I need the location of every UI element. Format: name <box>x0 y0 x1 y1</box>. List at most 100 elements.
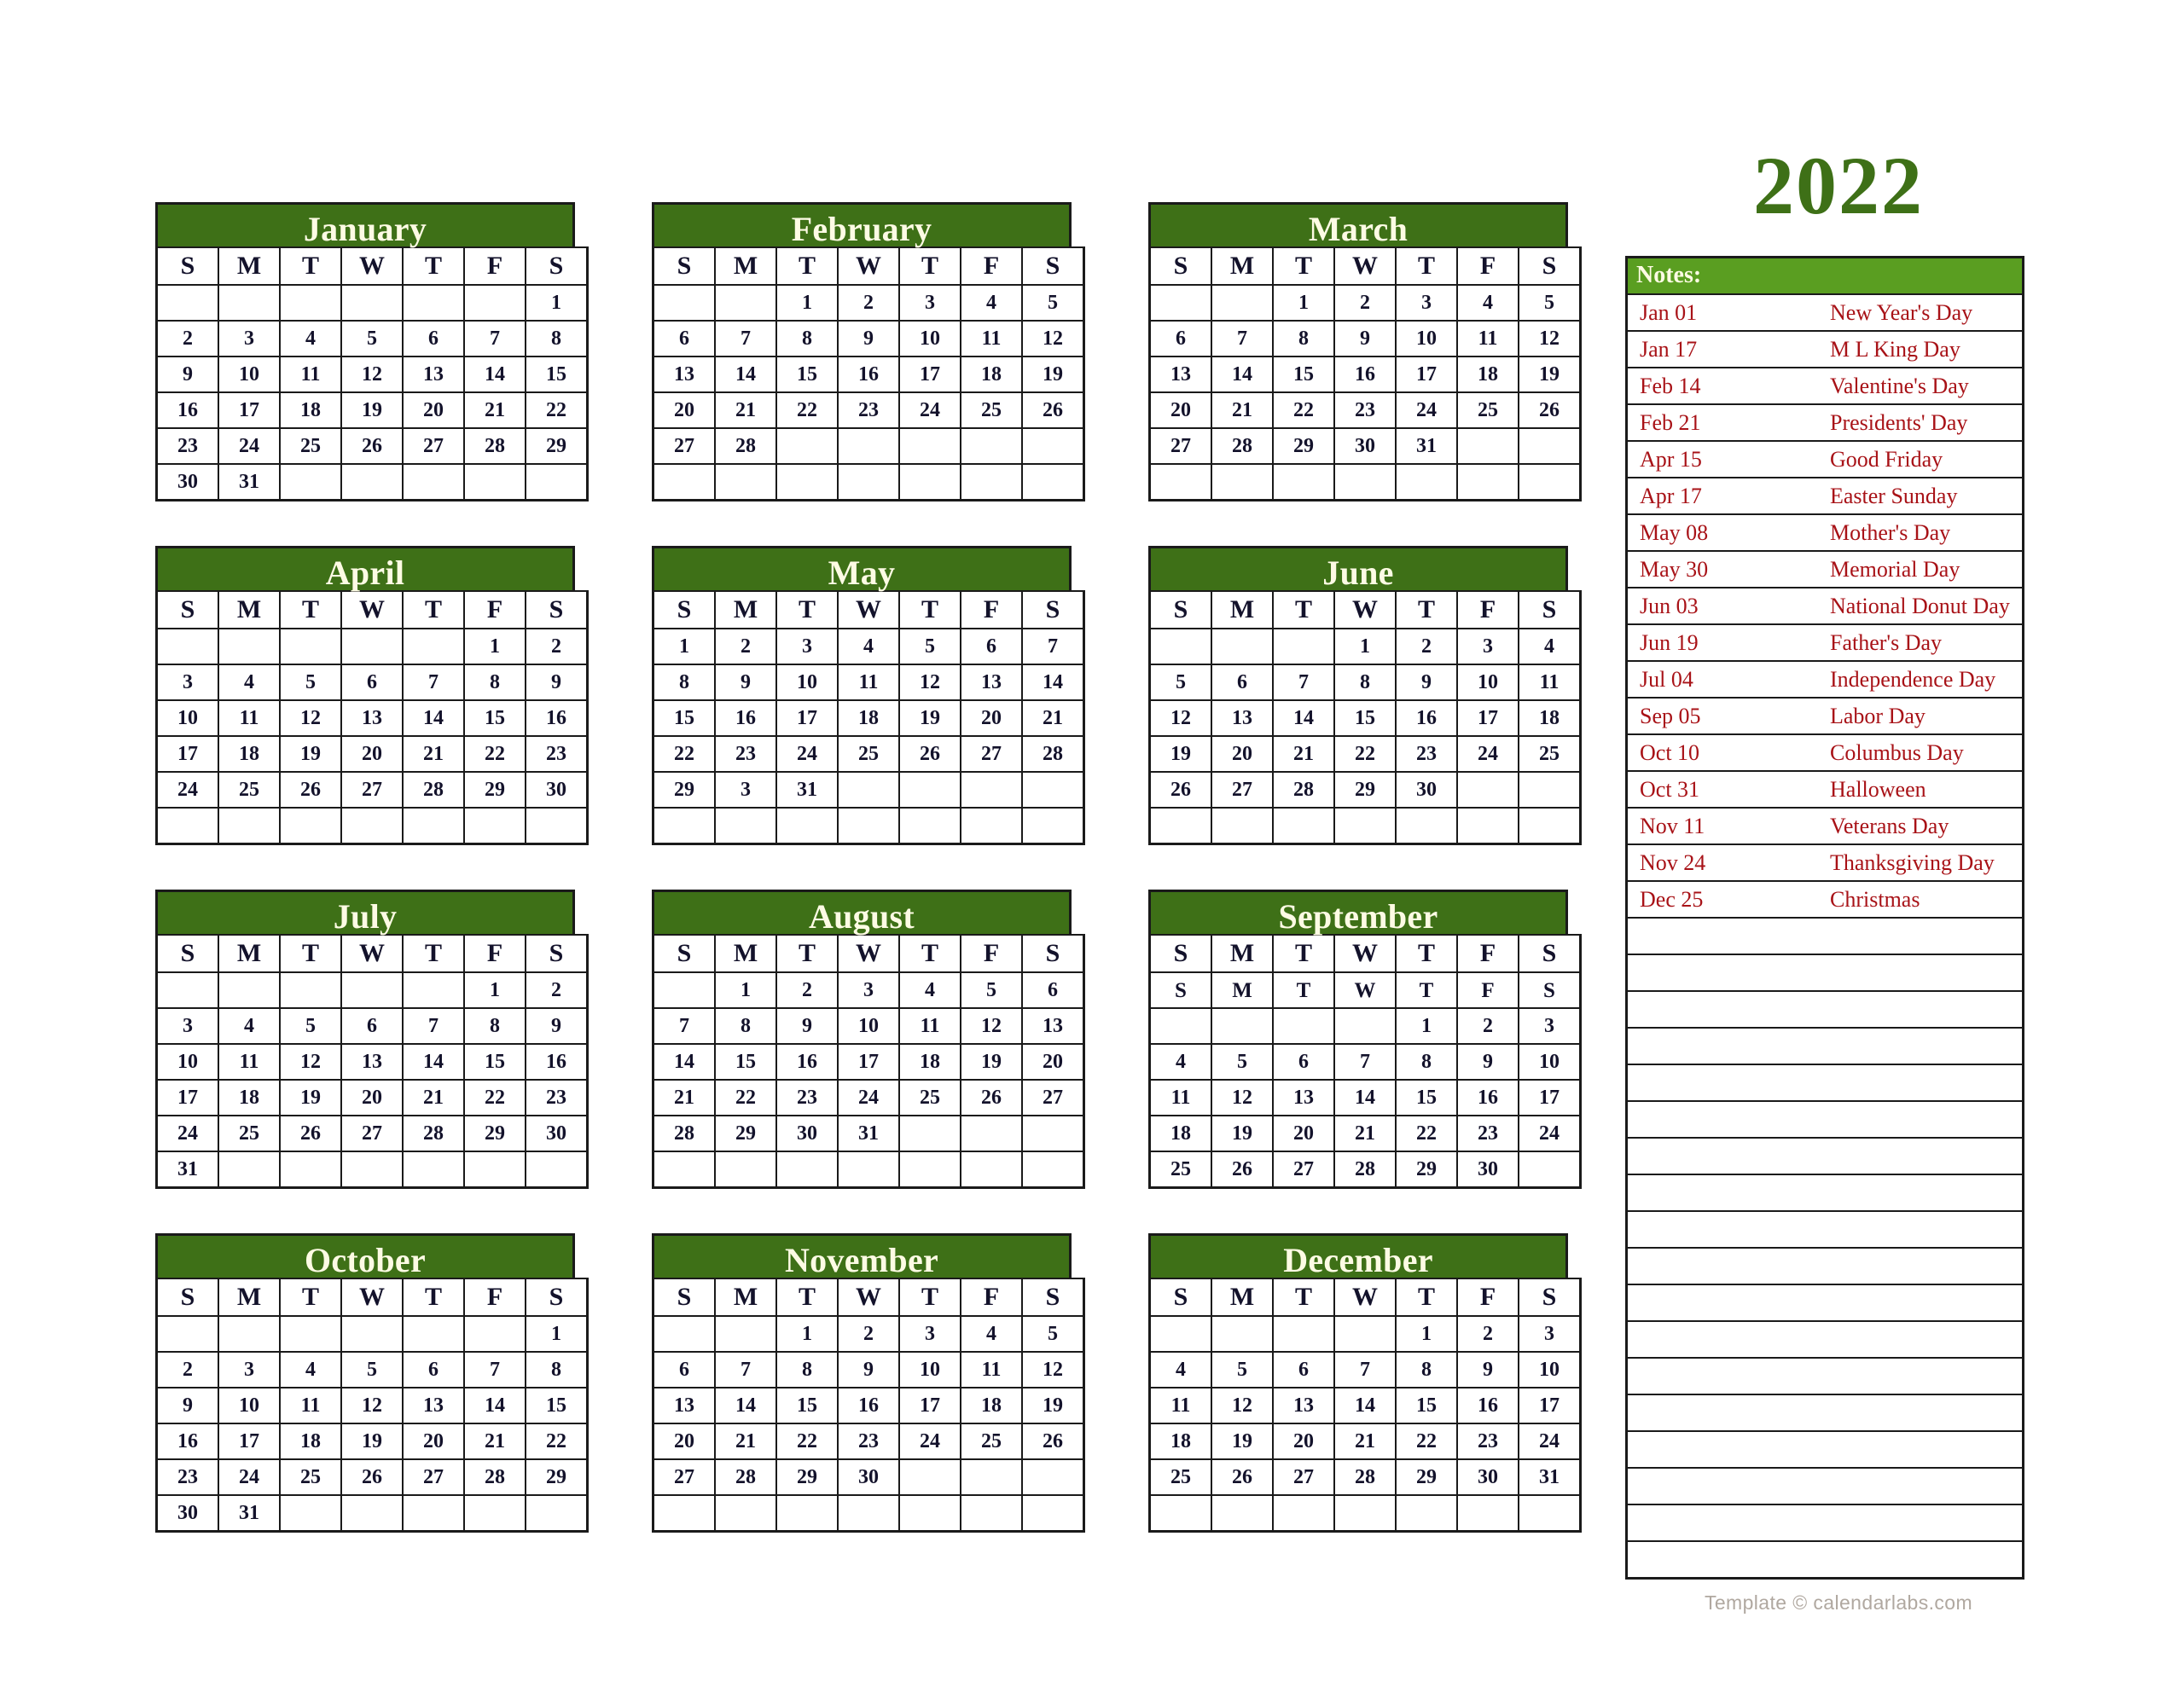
day-cell: 2 <box>837 284 900 322</box>
notes-blank-row[interactable] <box>1625 1174 2024 1212</box>
notes-blank-cell[interactable] <box>1625 1174 2024 1212</box>
notes-blank-cell[interactable] <box>1625 990 2024 1029</box>
notes-blank-cell[interactable] <box>1625 1210 2024 1249</box>
week-row: 12345 <box>652 1315 1085 1353</box>
day-cell: 23 <box>155 427 219 465</box>
notes-blank-row[interactable] <box>1625 1100 2024 1139</box>
notes-blank-row[interactable] <box>1625 1394 2024 1432</box>
day-cell: 30 <box>525 1115 589 1152</box>
day-cell: 24 <box>898 391 961 429</box>
day-cell: 9 <box>714 664 777 701</box>
notes-blank-row[interactable] <box>1625 954 2024 992</box>
day-cell: 2 <box>155 1351 219 1388</box>
notes-blank-row[interactable] <box>1625 1504 2024 1542</box>
notes-blank-cell[interactable] <box>1625 1137 2024 1175</box>
day-cell: 22 <box>463 735 526 773</box>
weekday-header-cell: S <box>155 934 219 973</box>
day-cell: 29 <box>714 1115 777 1152</box>
day-cell: 11 <box>1148 1079 1212 1116</box>
notes-blank-cell[interactable] <box>1625 1540 2024 1580</box>
notes-blank-row[interactable] <box>1625 1247 2024 1285</box>
day-cell: 19 <box>960 1043 1023 1081</box>
day-cell: 20 <box>1148 391 1212 429</box>
week-row: 2345678 <box>155 1351 589 1388</box>
day-cell: 29 <box>1272 427 1335 465</box>
week-row: 12345 <box>1148 284 1582 322</box>
notes-table: Notes: Jan 01 New Year's Day Jan 17 M L King… <box>1625 256 2024 1580</box>
notes-blank-row[interactable] <box>1625 1137 2024 1175</box>
notes-blank-row[interactable] <box>1625 1027 2024 1065</box>
notes-blank-cell[interactable] <box>1625 1504 2024 1542</box>
notes-blank-cell[interactable] <box>1625 1064 2024 1102</box>
day-cell: 31 <box>155 1151 219 1189</box>
notes-blank-cell[interactable] <box>1625 1247 2024 1285</box>
day-cell: 25 <box>1518 735 1582 773</box>
holiday-label: Columbus Day <box>1825 733 2024 772</box>
day-cell: 11 <box>837 664 900 701</box>
day-cell: 20 <box>340 735 404 773</box>
day-cell: 16 <box>714 699 777 737</box>
day-cell: 24 <box>155 1115 219 1152</box>
weekday-header-cell: T <box>402 246 465 286</box>
week-row <box>1148 463 1582 501</box>
empty-day-cell <box>218 628 281 665</box>
empty-day-cell <box>775 427 839 465</box>
holiday-date: Nov 11 <box>1625 807 1825 845</box>
day-cell: 4 <box>960 284 1023 322</box>
notes-blank-row[interactable] <box>1625 917 2024 955</box>
day-cell: 16 <box>1395 699 1458 737</box>
notes-blank-cell[interactable] <box>1625 917 2024 955</box>
notes-blank-cell[interactable] <box>1625 1357 2024 1395</box>
empty-day-cell <box>1148 1007 1212 1045</box>
day-cell: 15 <box>775 356 839 393</box>
day-cell: 30 <box>525 771 589 809</box>
empty-day-cell <box>279 284 342 322</box>
holiday-row: Jun 19 Father's Day <box>1625 623 2024 662</box>
empty-day-cell <box>463 1494 526 1533</box>
notes-blank-cell[interactable] <box>1625 1320 2024 1359</box>
notes-blank-row[interactable] <box>1625 1320 2024 1359</box>
empty-day-cell <box>218 1315 281 1353</box>
month-block: December S M T W T F S 1 2 3 4 5 6 7 8 9 10 11 12 13 14 15 16 1… <box>1148 1233 1582 1577</box>
weekday-header-cell: S <box>155 1278 219 1317</box>
notes-blank-row[interactable] <box>1625 1467 2024 1505</box>
day-cell: 7 <box>1333 1351 1397 1388</box>
day-cell: 14 <box>463 1387 526 1424</box>
notes-blank-row[interactable] <box>1625 1357 2024 1395</box>
empty-day-cell <box>1456 427 1519 465</box>
day-cell: 15 <box>1333 699 1397 737</box>
day-cell: 8 <box>463 1007 526 1045</box>
notes-blank-row[interactable] <box>1625 1430 2024 1469</box>
notes-blank-cell[interactable] <box>1625 1430 2024 1469</box>
day-cell: 3 <box>898 1315 961 1353</box>
notes-blank-row[interactable] <box>1625 1284 2024 1322</box>
weekday-header-cell: W <box>340 590 404 629</box>
day-cell: 2 <box>1333 284 1397 322</box>
day-cell: 28 <box>402 771 465 809</box>
notes-blank-row[interactable] <box>1625 1064 2024 1102</box>
notes-blank-cell[interactable] <box>1625 1467 2024 1505</box>
calendar-page: January S M T W T F S 1 2 3 4 5 6 7 8 9 10 11 12 13 14 15 16 17… <box>0 0 2184 1687</box>
month-block: May S M T W T F S 1 2 3 4 5 6 7 8 9 10 11 12 13 14 15 16 17 18 19 2… <box>652 546 1085 890</box>
notes-blank-row[interactable] <box>1625 990 2024 1029</box>
notes-blank-cell[interactable] <box>1625 1394 2024 1432</box>
notes-blank-cell[interactable] <box>1625 1100 2024 1139</box>
day-cell: 10 <box>218 356 281 393</box>
empty-day-cell <box>1333 1494 1397 1533</box>
week-row <box>1148 807 1582 845</box>
day-cell: 12 <box>279 1043 342 1081</box>
day-cell: 5 <box>1021 284 1085 322</box>
week-row: 13 14 15 16 17 18 19 <box>652 1387 1085 1424</box>
notes-blank-cell[interactable] <box>1625 1284 2024 1322</box>
notes-blank-cell[interactable] <box>1625 954 2024 992</box>
day-cell: 15 <box>463 699 526 737</box>
day-cell: 4 <box>279 320 342 357</box>
empty-day-cell <box>155 1315 219 1353</box>
month-block: July S M T W T F S 1 2 3 4 5 6 7 8 9 10 11 12 13 14 15 16 17 18 1… <box>155 890 589 1233</box>
empty-day-cell <box>402 463 465 501</box>
notes-blank-row[interactable] <box>1625 1540 2024 1580</box>
notes-blank-row[interactable] <box>1625 1210 2024 1249</box>
day-cell: 7 <box>1021 628 1085 665</box>
day-cell: 22 <box>525 1423 589 1460</box>
notes-blank-cell[interactable] <box>1625 1027 2024 1065</box>
